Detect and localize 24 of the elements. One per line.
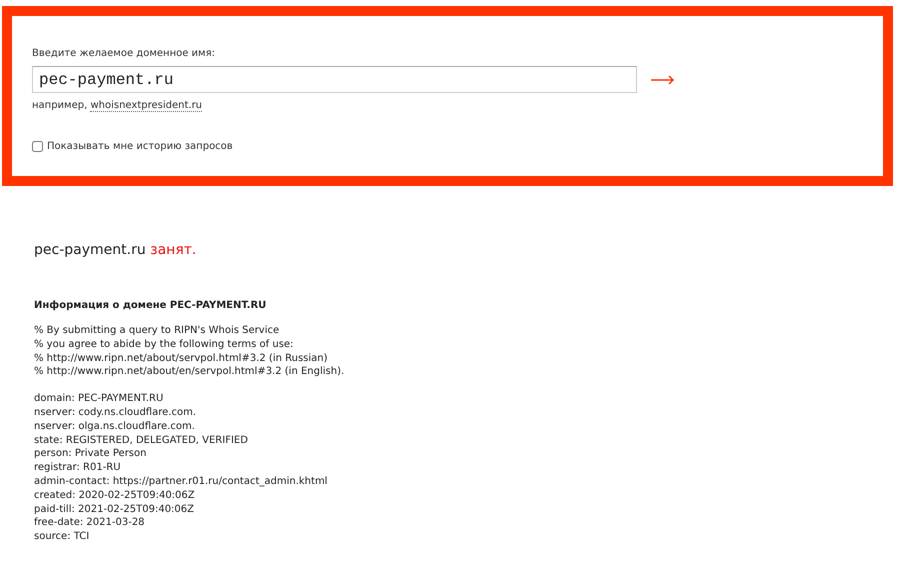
history-checkbox[interactable] xyxy=(32,141,43,152)
whois-record: source: TCI xyxy=(34,530,90,544)
whois-record: person: Private Person xyxy=(34,447,148,462)
whois-record: registrar: R01-RU xyxy=(34,461,122,475)
domain-label: Введите желаемое доменное имя: xyxy=(32,48,216,59)
history-label: Показывать мне историю запросов xyxy=(47,141,233,152)
notice-line: % http://www.ripn.net/about/servpol.html#3.2 (in Russian) xyxy=(34,352,329,366)
notice-line: % By submitting a query to RIPN's Whois Service xyxy=(34,324,280,338)
example-text: например, whoisnextpresident.ru xyxy=(32,100,204,111)
whois-record: domain: PEC-PAYMENT.RU xyxy=(34,392,164,406)
whois-record: nserver: cody.ns.cloudflare.com. xyxy=(34,406,197,420)
notice-line: % you agree to abide by the following terms of use: xyxy=(34,338,294,352)
whois-record: created: 2020-02-25T09:40:06Z xyxy=(34,488,196,503)
notice-line: % http://www.ripn.net/about/en/servpol.html#3.2 (in English). xyxy=(34,365,346,380)
example-link[interactable]: whoisnextpresident.ru xyxy=(90,100,202,112)
submit-arrow-icon[interactable] xyxy=(651,74,675,84)
whois-record: nserver: olga.ns.cloudflare.com. xyxy=(34,420,196,434)
whois-record: paid-till: 2021-02-25T09:40:06Z xyxy=(34,502,195,516)
whois-record: free-date: 2021-03-28 xyxy=(34,516,146,530)
info-title: Информация о домене PEC-PAYMENT.RU xyxy=(34,300,268,311)
whois-record: admin-contact: https://partner.r01.ru/contact_admin.khtml xyxy=(34,474,328,489)
result-text: pec-payment.ru занят. xyxy=(34,242,198,258)
whois-record: state: REGISTERED, DELEGATED, VERIFIED xyxy=(34,434,249,448)
domain-input[interactable]: pec-payment.ru xyxy=(32,66,637,93)
